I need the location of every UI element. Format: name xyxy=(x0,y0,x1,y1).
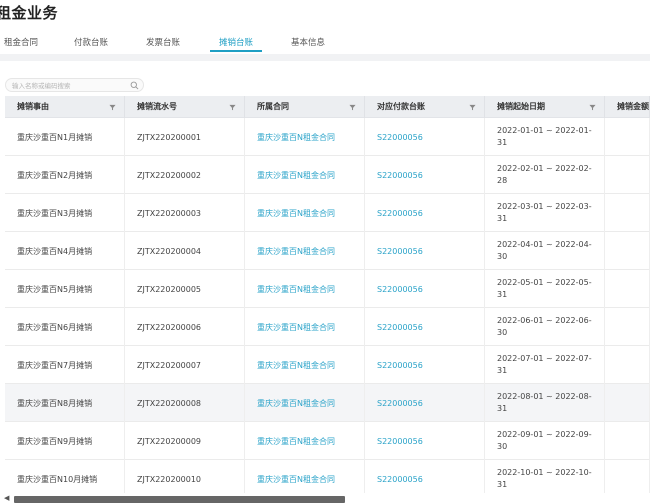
filter-icon[interactable] xyxy=(469,104,476,111)
cell-reason: 重庆沙重百N5月摊销 xyxy=(5,270,125,308)
cell-contract-link[interactable]: 重庆沙重百N租金合同 xyxy=(245,308,365,346)
column-header-serial: 摊销流水号 xyxy=(125,96,245,118)
section-divider xyxy=(0,54,650,61)
cell-reason: 重庆沙重百N2月摊销 xyxy=(5,156,125,194)
active-tab-indicator xyxy=(210,50,262,52)
table-row[interactable]: 重庆沙重百N1月摊销 ZJTX220200001 重庆沙重百N租金合同 S220000… xyxy=(5,118,650,156)
page-title: 租金业务 xyxy=(0,4,59,22)
column-header-amount: 摊销金额 xyxy=(605,96,650,118)
cell-reason: 重庆沙重百N9月摊销 xyxy=(5,422,125,460)
cell-reason: 重庆沙重百N3月摊销 xyxy=(5,194,125,232)
cell-date-range: 2022-09-01 ~ 2022-09-30 xyxy=(485,422,605,460)
table-row[interactable]: 重庆沙重百N7月摊销 ZJTX220200007 重庆沙重百N租金合同 S220000… xyxy=(5,346,650,384)
cell-amount xyxy=(605,194,650,232)
cell-reason: 重庆沙重百N4月摊销 xyxy=(5,232,125,270)
tab-rent-contract[interactable]: 租金合同 xyxy=(4,36,38,48)
cell-amount xyxy=(605,422,650,460)
cell-serial: ZJTX220200005 xyxy=(125,270,245,308)
column-header-payment-ledger: 对应付款台账 xyxy=(365,96,485,118)
cell-contract-link[interactable]: 重庆沙重百N租金合同 xyxy=(245,270,365,308)
table-header: 摊销事由 摊销流水号 所属合同 对应付款台账 摊销起始日期 摊销金额 xyxy=(5,96,650,118)
cell-date-range: 2022-07-01 ~ 2022-07-31 xyxy=(485,346,605,384)
cell-date-range: 2022-04-01 ~ 2022-04-30 xyxy=(485,232,605,270)
tab-amortization-ledger[interactable]: 摊销台账 xyxy=(219,36,253,48)
filter-icon[interactable] xyxy=(229,104,236,111)
table-row[interactable]: 重庆沙重百N2月摊销 ZJTX220200002 重庆沙重百N租金合同 S220000… xyxy=(5,156,650,194)
cell-reason: 重庆沙重百N7月摊销 xyxy=(5,346,125,384)
cell-date-range: 2022-08-01 ~ 2022-08-31 xyxy=(485,384,605,422)
table-row[interactable]: 重庆沙重百N4月摊销 ZJTX220200004 重庆沙重百N租金合同 S220000… xyxy=(5,232,650,270)
table-row[interactable]: 重庆沙重百N6月摊销 ZJTX220200006 重庆沙重百N租金合同 S220000… xyxy=(5,308,650,346)
search-icon[interactable] xyxy=(130,81,139,90)
cell-contract-link[interactable]: 重庆沙重百N租金合同 xyxy=(245,194,365,232)
cell-amount xyxy=(605,346,650,384)
cell-amount xyxy=(605,308,650,346)
cell-date-range: 2022-02-01 ~ 2022-02-28 xyxy=(485,156,605,194)
column-header-reason: 摊销事由 xyxy=(5,96,125,118)
cell-payment-link[interactable]: S22000056 xyxy=(365,156,485,194)
cell-amount xyxy=(605,384,650,422)
cell-serial: ZJTX220200006 xyxy=(125,308,245,346)
search-input[interactable] xyxy=(12,80,130,91)
cell-payment-link[interactable]: S22000056 xyxy=(365,194,485,232)
cell-serial: ZJTX220200004 xyxy=(125,232,245,270)
cell-payment-link[interactable]: S22000056 xyxy=(365,308,485,346)
cell-payment-link[interactable]: S22000056 xyxy=(365,118,485,156)
cell-payment-link[interactable]: S22000056 xyxy=(365,232,485,270)
filter-icon[interactable] xyxy=(349,104,356,111)
column-header-contract: 所属合同 xyxy=(245,96,365,118)
cell-contract-link[interactable]: 重庆沙重百N租金合同 xyxy=(245,118,365,156)
cell-amount xyxy=(605,118,650,156)
cell-contract-link[interactable]: 重庆沙重百N租金合同 xyxy=(245,232,365,270)
tab-payment-ledger[interactable]: 付款台账 xyxy=(74,36,108,48)
tab-invoice-ledger[interactable]: 发票台账 xyxy=(146,36,180,48)
cell-serial: ZJTX220200003 xyxy=(125,194,245,232)
cell-date-range: 2022-06-01 ~ 2022-06-30 xyxy=(485,308,605,346)
cell-contract-link[interactable]: 重庆沙重百N租金合同 xyxy=(245,422,365,460)
scroll-left-icon[interactable]: ◀ xyxy=(4,494,12,503)
cell-amount xyxy=(605,270,650,308)
cell-payment-link[interactable]: S22000056 xyxy=(365,422,485,460)
cell-reason: 重庆沙重百N1月摊销 xyxy=(5,118,125,156)
cell-contract-link[interactable]: 重庆沙重百N租金合同 xyxy=(245,156,365,194)
tab-basic-info[interactable]: 基本信息 xyxy=(291,36,325,48)
tab-bar: 租金合同 付款台账 发票台账 摊销台账 基本信息 xyxy=(0,30,650,54)
cell-serial: ZJTX220200002 xyxy=(125,156,245,194)
cell-reason: 重庆沙重百N8月摊销 xyxy=(5,384,125,422)
cell-date-range: 2022-03-01 ~ 2022-03-31 xyxy=(485,194,605,232)
cell-serial: ZJTX220200007 xyxy=(125,346,245,384)
cell-serial: ZJTX220200001 xyxy=(125,118,245,156)
filter-icon[interactable] xyxy=(589,104,596,111)
filter-icon[interactable] xyxy=(109,104,116,111)
table-row[interactable]: 重庆沙重百N5月摊销 ZJTX220200005 重庆沙重百N租金合同 S220000… xyxy=(5,270,650,308)
column-header-start-date: 摊销起始日期 xyxy=(485,96,605,118)
cell-date-range: 2022-01-01 ~ 2022-01-31 xyxy=(485,118,605,156)
cell-payment-link[interactable]: S22000056 xyxy=(365,384,485,422)
cell-contract-link[interactable]: 重庆沙重百N租金合同 xyxy=(245,384,365,422)
cell-amount xyxy=(605,156,650,194)
cell-payment-link[interactable]: S22000056 xyxy=(365,346,485,384)
cell-reason: 重庆沙重百N6月摊销 xyxy=(5,308,125,346)
scrollbar-thumb[interactable] xyxy=(14,496,345,503)
cell-date-range: 2022-05-01 ~ 2022-05-31 xyxy=(485,270,605,308)
cell-contract-link[interactable]: 重庆沙重百N租金合同 xyxy=(245,346,365,384)
cell-amount xyxy=(605,232,650,270)
table-row[interactable]: 重庆沙重百N3月摊销 ZJTX220200003 重庆沙重百N租金合同 S220000… xyxy=(5,194,650,232)
table-row[interactable]: 重庆沙重百N8月摊销 ZJTX220200008 重庆沙重百N租金合同 S220000… xyxy=(5,384,650,422)
table-row[interactable]: 重庆沙重百N9月摊销 ZJTX220200009 重庆沙重百N租金合同 S220000… xyxy=(5,422,650,460)
cell-serial: ZJTX220200008 xyxy=(125,384,245,422)
cell-serial: ZJTX220200009 xyxy=(125,422,245,460)
cell-payment-link[interactable]: S22000056 xyxy=(365,270,485,308)
search-box xyxy=(5,78,144,92)
